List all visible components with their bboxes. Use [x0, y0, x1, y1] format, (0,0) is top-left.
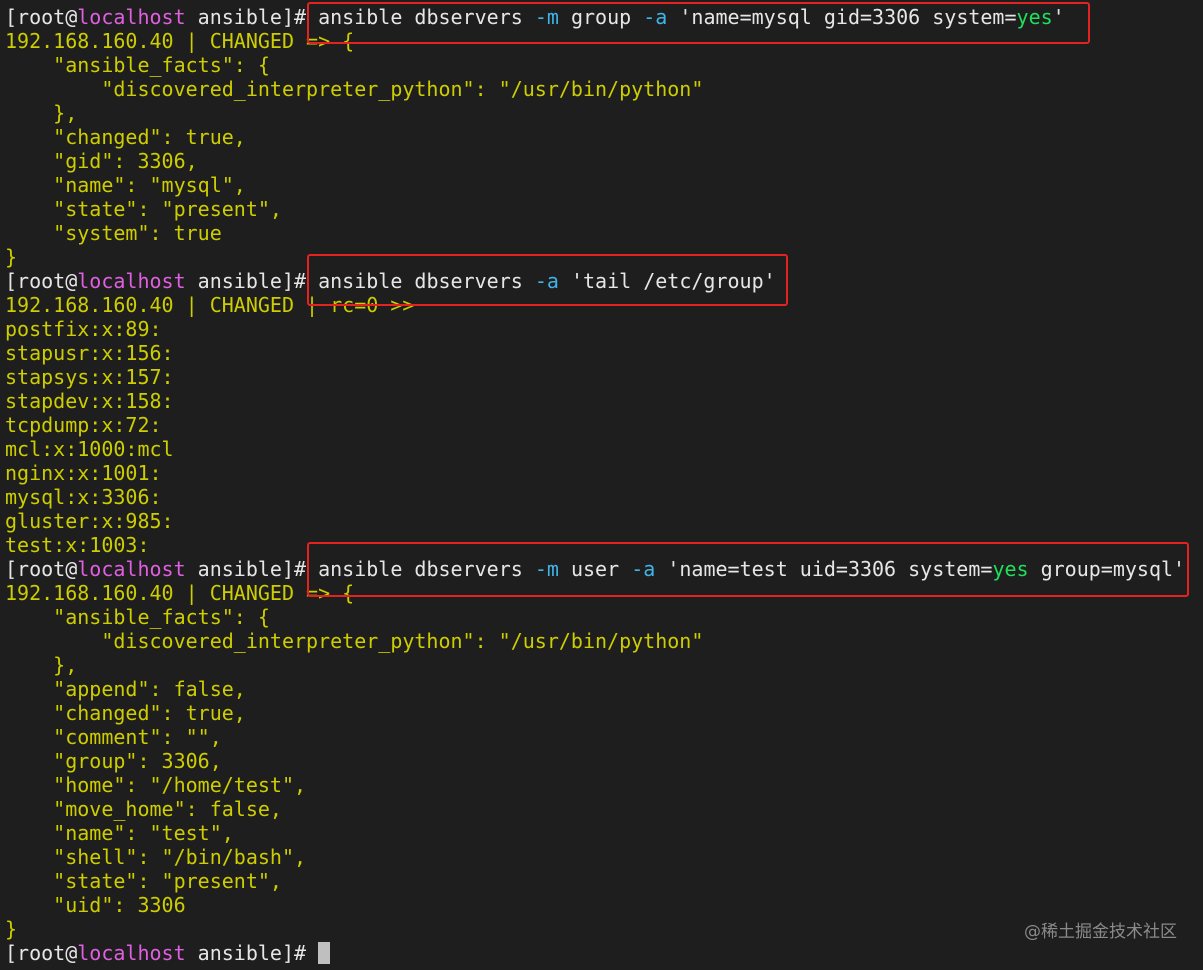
- watermark: @稀土掘金技术社区: [1024, 922, 1177, 942]
- output-line: stapsys:x:157:: [5, 365, 174, 389]
- output-line: },: [5, 653, 78, 677]
- output-line: stapusr:x:156:: [5, 341, 174, 365]
- output-line: stapdev:x:158:: [5, 389, 174, 413]
- command-highlight-box: [307, 254, 788, 306]
- prompt-user: root: [17, 941, 66, 965]
- output-line: "group": 3306,: [5, 749, 222, 773]
- output-line: "changed": true,: [5, 701, 246, 725]
- prompt-user: root: [17, 269, 66, 293]
- output-line: "append": false,: [5, 677, 246, 701]
- prompt-host: localhost: [77, 269, 186, 293]
- output-line: nginx:x:1001:: [5, 461, 162, 485]
- prompt-at: @: [65, 941, 78, 965]
- prompt-at: @: [65, 5, 78, 29]
- output-line: "name": "test",: [5, 821, 234, 845]
- prompt-dir: ansible]#: [185, 941, 307, 965]
- prompt-host: localhost: [77, 557, 186, 581]
- prompt-bracket: [: [5, 941, 18, 965]
- output-line: "discovered_interpreter_python": "/usr/b…: [5, 629, 704, 653]
- prompt-host: localhost: [77, 941, 186, 965]
- prompt-line-final[interactable]: [root@localhost ansible]#: [5, 941, 1200, 965]
- output-line: "gid": 3306,: [5, 149, 198, 173]
- output-line: tcpdump:x:72:: [5, 413, 162, 437]
- cursor-block: [318, 942, 331, 964]
- output-line: "ansible_facts": {: [5, 605, 270, 629]
- output-line: "discovered_interpreter_python": "/usr/b…: [5, 77, 704, 101]
- output-line: "move_home": false,: [5, 797, 282, 821]
- output-line: "uid": 3306: [5, 893, 186, 917]
- prompt-at: @: [65, 557, 78, 581]
- prompt-host: localhost: [77, 5, 186, 29]
- terminal-window[interactable]: [root@localhost ansible]# ansible dbserv…: [5, 5, 1200, 965]
- prompt-dir: ansible]#: [185, 557, 307, 581]
- output-line: "system": true: [5, 221, 222, 245]
- prompt-user: root: [17, 557, 66, 581]
- output-line: "name": "mysql",: [5, 173, 246, 197]
- output-line: "state": "present",: [5, 197, 282, 221]
- output-line: postfix:x:89:: [5, 317, 162, 341]
- output-line: "home": "/home/test",: [5, 773, 307, 797]
- output-line: },: [5, 101, 78, 125]
- prompt-dir: ansible]#: [185, 269, 307, 293]
- prompt-bracket: [: [5, 5, 18, 29]
- output-line: "shell": "/bin/bash",: [5, 845, 307, 869]
- output-line: "changed": true,: [5, 125, 246, 149]
- output-line: "ansible_facts": {: [5, 53, 270, 77]
- output-line: }: [5, 917, 18, 941]
- command-highlight-box: [307, 542, 1189, 597]
- output-line: mysql:x:3306:: [5, 485, 162, 509]
- output-line: mcl:x:1000:mcl: [5, 437, 174, 461]
- prompt-bracket: [: [5, 269, 18, 293]
- prompt-at: @: [65, 269, 78, 293]
- output-line: gluster:x:985:: [5, 509, 174, 533]
- command-highlight-box: [307, 2, 1090, 44]
- output-line: "comment": "",: [5, 725, 222, 749]
- prompt-user: root: [17, 5, 66, 29]
- output-line: "state": "present",: [5, 869, 282, 893]
- prompt-bracket: [: [5, 557, 18, 581]
- prompt-dir: ansible]#: [185, 5, 307, 29]
